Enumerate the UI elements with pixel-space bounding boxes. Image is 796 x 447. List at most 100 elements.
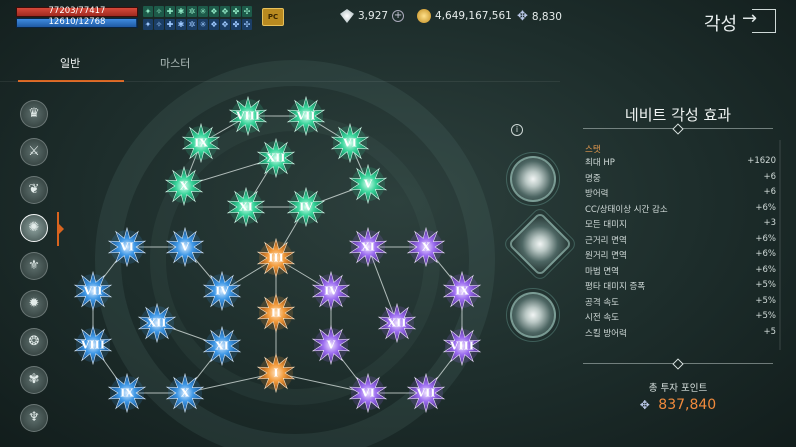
stat-value: +6% — [755, 249, 776, 259]
node-label: IX — [120, 387, 134, 400]
awakening-node-orange[interactable]: II — [256, 292, 296, 334]
stat-row: 최대 HP +1620 — [585, 156, 776, 172]
awakening-node-blue[interactable]: IX — [107, 372, 147, 414]
stats-list[interactable]: 최대 HP +1620 명중 +6 방어력 +6 CC/상태이상 시간 감소 +6% 모든 대미… — [585, 156, 776, 354]
awakening-node-green[interactable]: V — [348, 163, 388, 205]
stat-name: 평타 대미지 증폭 — [585, 282, 646, 292]
stats-section-header: 스탯 — [585, 145, 601, 155]
info-icon[interactable]: i — [511, 124, 523, 136]
stat-name: 근거리 면역 — [585, 235, 627, 246]
awakening-node-purple[interactable]: XII — [377, 302, 417, 344]
node-label: IV — [324, 285, 338, 298]
node-label: V — [363, 178, 373, 191]
stat-name: 최대 HP — [585, 158, 615, 168]
node-label: VII — [83, 285, 103, 298]
total-points-value: 837,840 — [658, 397, 717, 413]
stat-name: 방어력 — [585, 189, 609, 199]
awakening-node-green[interactable]: XII — [256, 137, 296, 179]
node-label: VII — [416, 387, 436, 400]
node-label: X — [422, 241, 431, 254]
stat-value: +5% — [755, 280, 776, 290]
awakening-node-blue[interactable]: VIII — [73, 324, 113, 366]
total-points-label: 총 투자 포인트 — [648, 383, 708, 394]
stat-row: CC/상태이상 시간 감소 +6% — [585, 203, 776, 219]
node-label: XII — [148, 317, 167, 330]
awakening-node-blue[interactable]: XI — [202, 325, 242, 367]
effects-panel-title: 네비트 각성 효과 — [624, 106, 732, 124]
awakening-node-purple[interactable]: IX — [442, 270, 482, 312]
awakening-node-orange[interactable]: I — [256, 352, 296, 394]
node-label: I — [273, 367, 278, 380]
awakening-node-purple[interactable]: IV — [311, 270, 351, 312]
stat-value: +6 — [763, 187, 776, 197]
stat-value: +5 — [763, 326, 776, 337]
node-label: VI — [119, 241, 134, 254]
stat-row: 원거리 면역 +6% — [585, 249, 776, 265]
effect-icon-1[interactable] — [506, 152, 560, 206]
stat-name: 시전 속도 — [585, 313, 619, 323]
stat-name: 마법 면역 — [585, 266, 619, 277]
awakening-node-green[interactable]: XI — [226, 186, 266, 228]
node-label: III — [268, 252, 283, 265]
stat-value: +6% — [755, 233, 776, 244]
stat-row: 방어력 +6 — [585, 187, 776, 203]
awakening-node-purple[interactable]: VIII — [442, 325, 482, 367]
stat-value: +5% — [755, 295, 776, 306]
bottom-divider — [583, 363, 773, 364]
stat-row: 마법 면역 +6% — [585, 265, 776, 281]
effect-icon-3[interactable] — [506, 288, 560, 342]
node-label: IX — [194, 137, 208, 150]
awakening-node-purple[interactable]: XI — [348, 226, 388, 268]
node-label: IV — [215, 285, 229, 298]
awakening-node-green[interactable]: IX — [181, 122, 221, 164]
node-label: IX — [455, 285, 469, 298]
title-divider — [583, 128, 773, 129]
node-label: II — [271, 307, 281, 320]
stat-value: +5% — [755, 311, 776, 321]
awakening-node-green[interactable]: VIII — [228, 95, 268, 137]
awakening-node-purple[interactable]: V — [311, 324, 351, 366]
stat-row: 스킬 방어력 +5 — [585, 327, 776, 343]
node-label: XI — [215, 340, 229, 353]
node-label: X — [181, 387, 190, 400]
awakening-node-green[interactable]: X — [164, 165, 204, 207]
stat-row: 공격 속도 +5% — [585, 296, 776, 312]
awakening-node-green[interactable]: VI — [330, 122, 370, 164]
node-label: V — [326, 339, 336, 352]
awakening-node-purple[interactable]: X — [406, 226, 446, 268]
node-label: X — [180, 180, 189, 193]
awakening-node-purple[interactable]: VI — [348, 372, 388, 414]
stat-value: +6% — [755, 202, 776, 213]
stat-row: 근거리 면역 +6% — [585, 234, 776, 250]
awakening-node-blue[interactable]: V — [165, 226, 205, 268]
awakening-node-orange[interactable]: III — [256, 237, 296, 279]
awakening-node-blue[interactable]: XII — [137, 302, 177, 344]
stat-name: 모든 대미지 — [585, 220, 627, 230]
stats-scrollbar[interactable] — [779, 140, 781, 350]
node-label: VIII — [80, 339, 105, 352]
awakening-node-green[interactable]: VII — [286, 95, 326, 137]
stat-name: CC/상태이상 시간 감소 — [585, 204, 668, 215]
awakening-node-blue[interactable]: X — [165, 372, 205, 414]
awakening-node-purple[interactable]: VII — [406, 372, 446, 414]
node-label: VI — [360, 387, 375, 400]
awakening-node-blue[interactable]: IV — [202, 270, 242, 312]
stat-name: 공격 속도 — [585, 297, 619, 308]
awakening-node-blue[interactable]: VI — [107, 226, 147, 268]
node-label: IV — [299, 201, 313, 214]
stat-name: 명중 — [585, 173, 601, 184]
awakening-node-green[interactable]: IV — [286, 186, 326, 228]
node-label: VII — [296, 110, 316, 123]
node-label: V — [180, 241, 190, 254]
stat-row: 모든 대미지 +3 — [585, 218, 776, 234]
stat-value: +3 — [763, 218, 776, 228]
stat-row: 평타 대미지 증폭 +5% — [585, 280, 776, 296]
awakening-node-blue[interactable]: VII — [73, 270, 113, 312]
stat-name: 원거리 면역 — [585, 251, 627, 261]
node-label: XII — [388, 317, 407, 330]
wing-icon: ✥ — [639, 398, 650, 412]
node-label: XI — [361, 241, 375, 254]
stat-value: +6 — [763, 171, 776, 182]
stat-value: +6% — [755, 264, 776, 275]
node-label: VIII — [235, 110, 260, 123]
